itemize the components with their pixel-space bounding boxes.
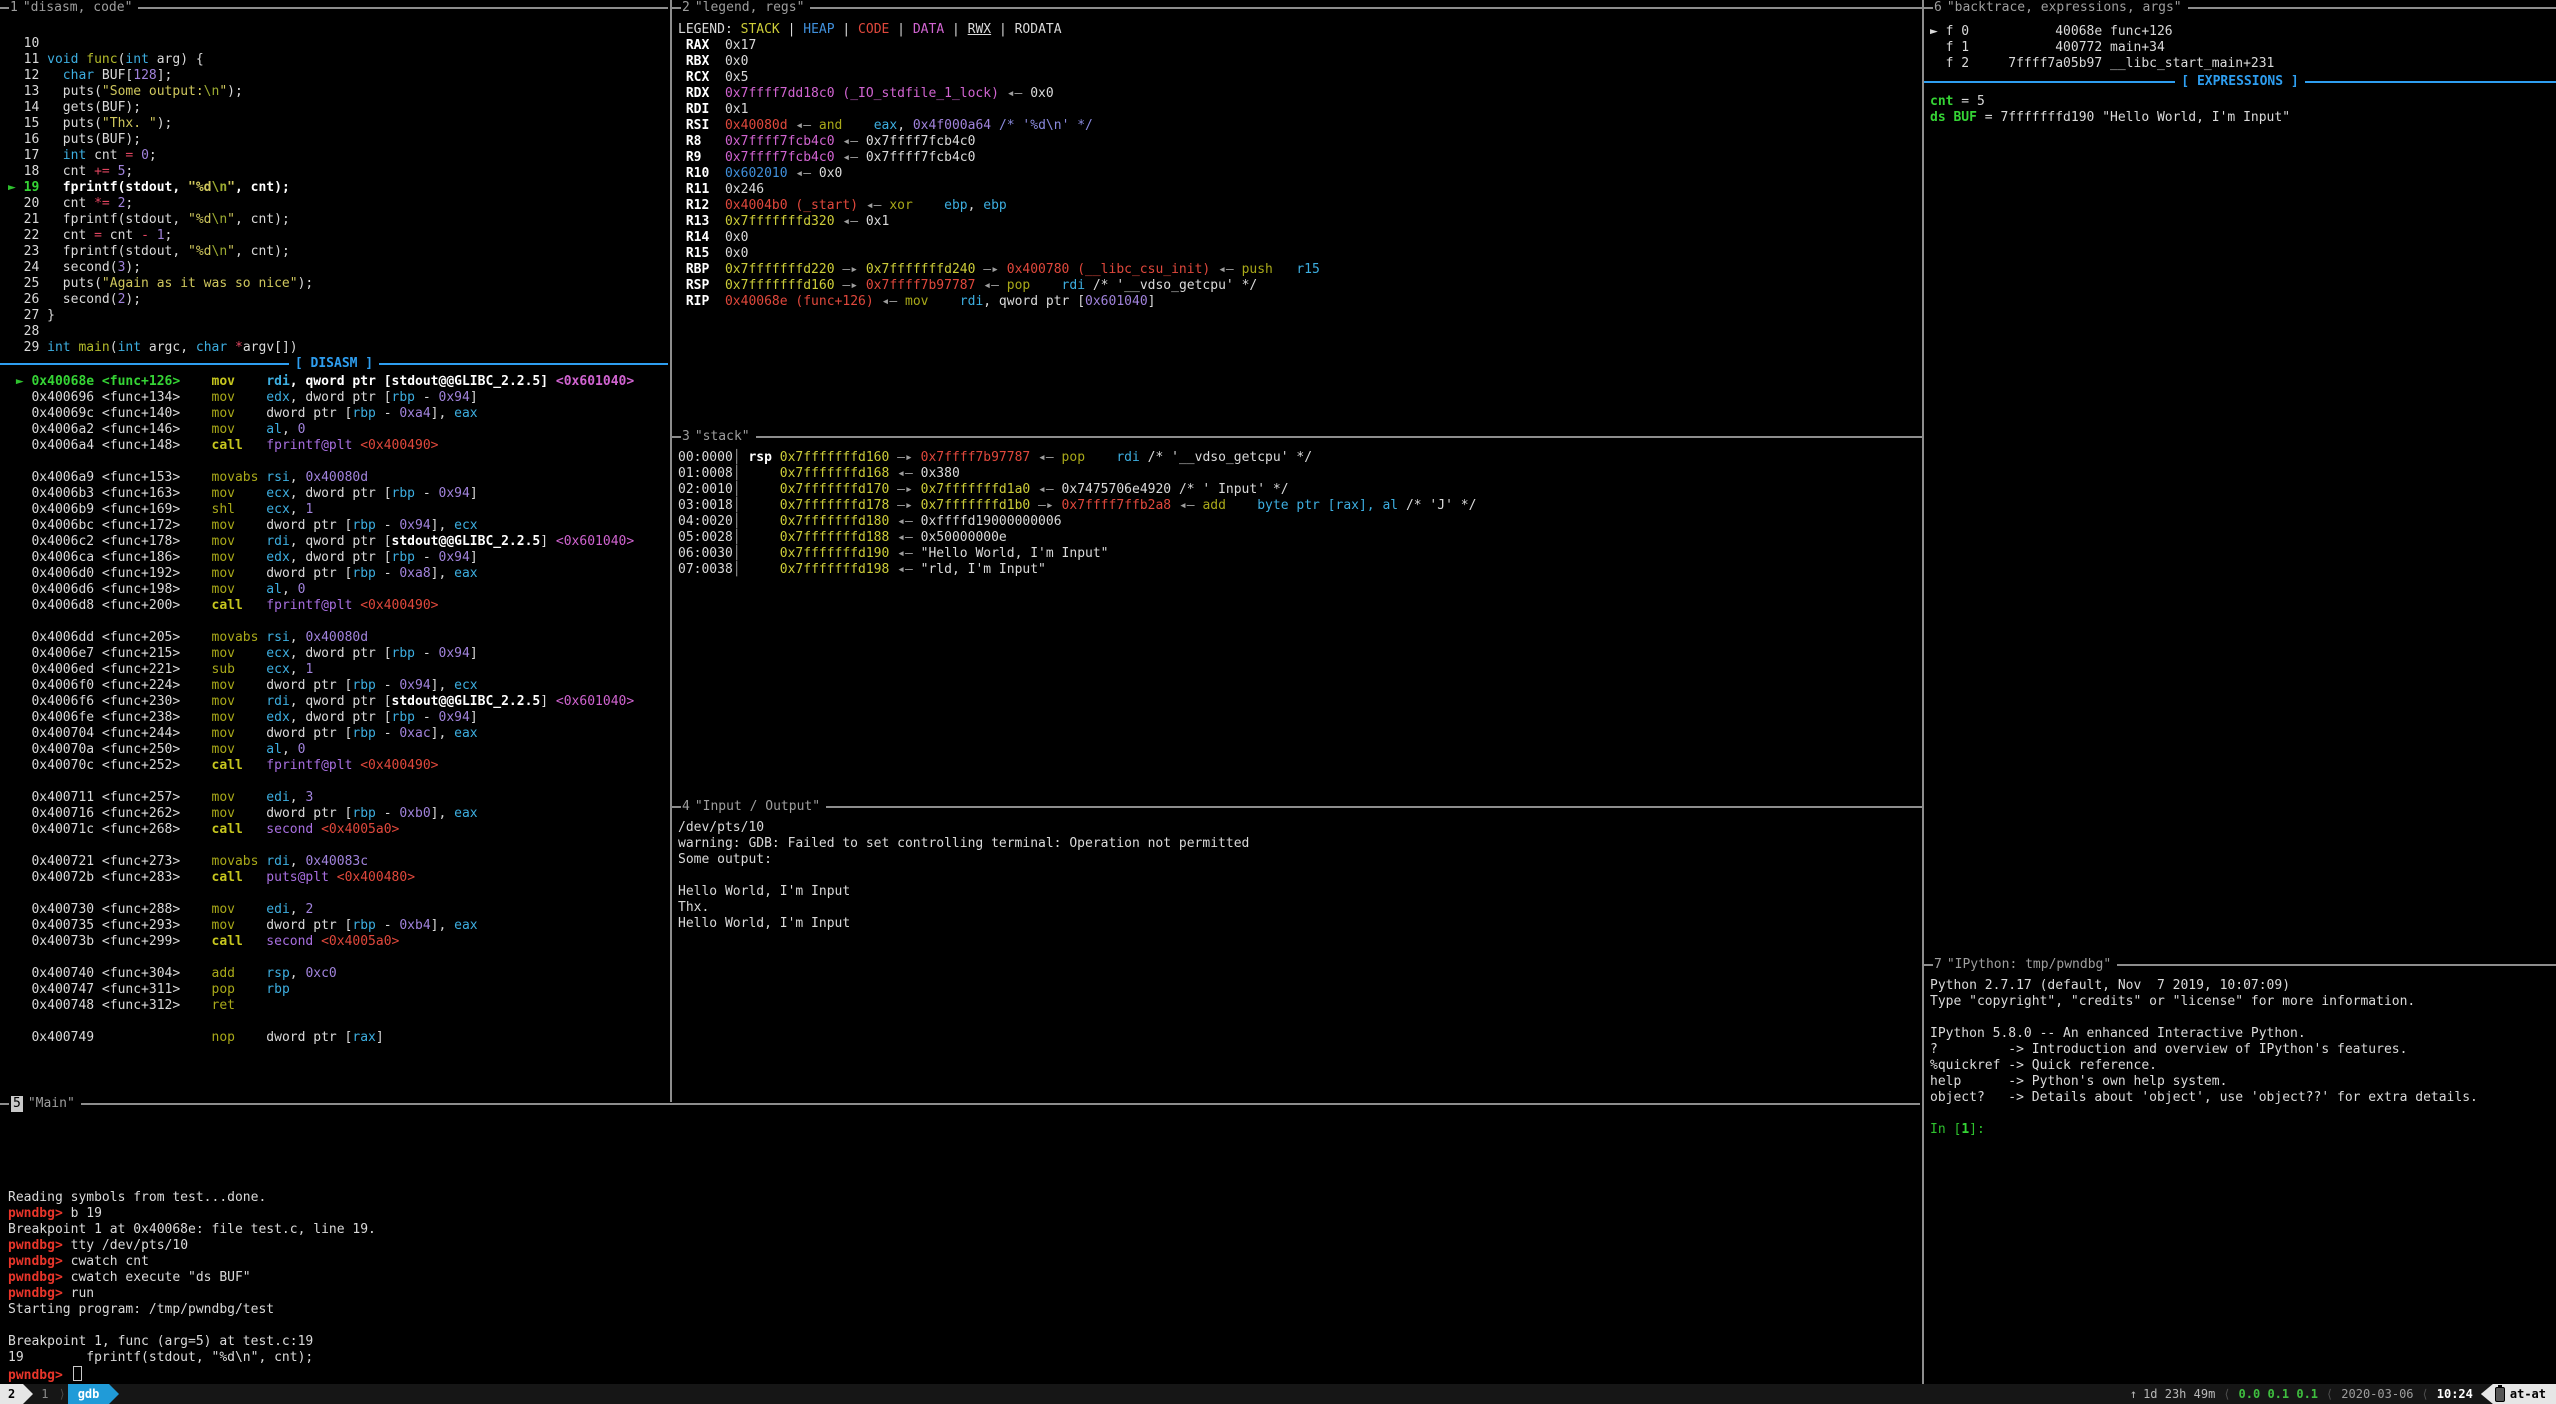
tmux-screen: 1 "disasm, code" 2 "legend, regs" 6 "bac… bbox=[0, 0, 2556, 1404]
pane-title-text: "disasm, code" bbox=[23, 0, 133, 16]
uptime-text: 1d 23h 49m bbox=[2143, 1384, 2215, 1404]
border-line bbox=[756, 436, 1922, 438]
pane-title-io: 4 "Input / Output" bbox=[672, 799, 1922, 815]
separator-label: [ EXPRESSIONS ] bbox=[2181, 74, 2298, 90]
powerline-arrow-icon bbox=[23, 1384, 33, 1404]
pane-title-main: 5 "Main" bbox=[0, 1096, 1920, 1112]
chevron-left-icon: ⟨ bbox=[2422, 1384, 2429, 1404]
separator-line bbox=[1924, 81, 2175, 83]
border-line bbox=[672, 7, 681, 9]
pane-border-vertical-left bbox=[670, 0, 672, 1102]
window-index[interactable]: 1 bbox=[33, 1384, 58, 1404]
window-name-tab[interactable]: gdb bbox=[68, 1384, 110, 1404]
pane-title-backtrace: 6 "backtrace, expressions, args" bbox=[1924, 0, 2556, 16]
pane-title-text: "Main" bbox=[28, 1096, 75, 1112]
border-line bbox=[1924, 964, 1933, 966]
status-bar: 2 1 ⟩ gdb ↑ 1d 23h 49m ⟨ 0.0 0.1 0.1 ⟨ 2… bbox=[0, 1384, 2556, 1404]
pane-title-stack: 3 "stack" bbox=[672, 429, 1922, 445]
status-right: ↑ 1d 23h 49m ⟨ 0.0 0.1 0.1 ⟨ 2020-03-06 … bbox=[2130, 1384, 2556, 1404]
uptime-arrow-icon: ↑ bbox=[2130, 1384, 2137, 1404]
pane-number: 3 bbox=[682, 429, 690, 445]
hostname-text: at-at bbox=[2510, 1384, 2546, 1404]
status-left: 2 1 ⟩ gdb bbox=[0, 1384, 119, 1404]
border-line bbox=[672, 436, 681, 438]
ipython-pane[interactable]: Python 2.7.17 (default, Nov 7 2019, 10:0… bbox=[1930, 978, 2478, 1138]
separator-label: [ DISASM ] bbox=[295, 356, 373, 372]
pane-title-text: "backtrace, expressions, args" bbox=[1947, 0, 2182, 16]
border-line bbox=[2117, 964, 2556, 966]
disasm-section-separator: [ DISASM ] bbox=[0, 356, 668, 372]
pane-title-text: "Input / Output" bbox=[695, 799, 820, 815]
clock-text: 10:24 bbox=[2437, 1384, 2473, 1404]
pane-title-text: "legend, regs" bbox=[695, 0, 805, 16]
pane-number: 4 bbox=[682, 799, 690, 815]
hostname-segment: at-at bbox=[2481, 1384, 2556, 1404]
program-io-pane[interactable]: /dev/pts/10warning: GDB: Failed to set c… bbox=[678, 820, 1249, 932]
chevron-left-icon: ⟨ bbox=[2223, 1384, 2230, 1404]
border-line bbox=[810, 7, 1922, 9]
pane-title-regs: 2 "legend, regs" bbox=[672, 0, 1922, 16]
backtrace-pane[interactable]: ► f 0 40068e func+126 f 1 400772 main+34… bbox=[1930, 24, 2274, 72]
pane-number: 1 bbox=[10, 0, 18, 16]
battery-icon bbox=[2495, 1387, 2505, 1402]
session-name[interactable]: 2 bbox=[0, 1384, 23, 1404]
pane-title-disasm: 1 "disasm, code" bbox=[0, 0, 668, 16]
pane-number: 7 bbox=[1934, 957, 1942, 973]
load-average: 0.0 0.1 0.1 bbox=[2239, 1384, 2318, 1404]
border-line bbox=[826, 806, 1922, 808]
border-line bbox=[81, 1103, 1920, 1105]
separator-line bbox=[0, 363, 289, 365]
powerline-arrow-icon bbox=[109, 1384, 119, 1404]
pane-number: 6 bbox=[1934, 0, 1942, 16]
pane-title-text: "stack" bbox=[695, 429, 750, 445]
date-text: 2020-03-06 bbox=[2341, 1384, 2413, 1404]
pane-title-ipython: 7 "IPython: tmp/pwndbg" bbox=[1924, 957, 2556, 973]
disassembly-listing[interactable]: ► 0x40068e <func+126> mov rdi, qword ptr… bbox=[8, 374, 634, 1046]
border-line bbox=[1924, 7, 1933, 9]
separator-line bbox=[2305, 81, 2556, 83]
border-line bbox=[2188, 7, 2556, 9]
pane-number: 2 bbox=[682, 0, 690, 16]
source-code-listing[interactable]: 10 11 void func(int arg) { 12 char BUF[1… bbox=[8, 36, 313, 356]
expressions-pane[interactable]: cnt = 5ds BUF = 7fffffffd190 "Hello Worl… bbox=[1930, 94, 2290, 126]
expressions-section-separator: [ EXPRESSIONS ] bbox=[1924, 74, 2556, 90]
pane-border-vertical-right bbox=[1922, 0, 1924, 1384]
border-line bbox=[138, 7, 668, 9]
border-line bbox=[0, 1103, 9, 1105]
stack-pane[interactable]: 00:0000│ rsp 0x7fffffffd160 —▸ 0x7ffff7b… bbox=[678, 450, 1476, 578]
chevron-left-icon: ⟨ bbox=[2326, 1384, 2333, 1404]
pane-title-text: "IPython: tmp/pwndbg" bbox=[1947, 957, 2111, 973]
pane-number-active: 5 bbox=[11, 1096, 23, 1112]
registers-pane[interactable]: LEGEND: STACK | HEAP | CODE | DATA | RWX… bbox=[678, 22, 1320, 310]
border-line bbox=[672, 806, 681, 808]
gdb-console-pane[interactable]: Reading symbols from test...done.pwndbg>… bbox=[8, 1190, 376, 1382]
border-line bbox=[0, 7, 9, 9]
separator-line bbox=[379, 363, 668, 365]
chevron-right-icon: ⟩ bbox=[58, 1384, 65, 1404]
